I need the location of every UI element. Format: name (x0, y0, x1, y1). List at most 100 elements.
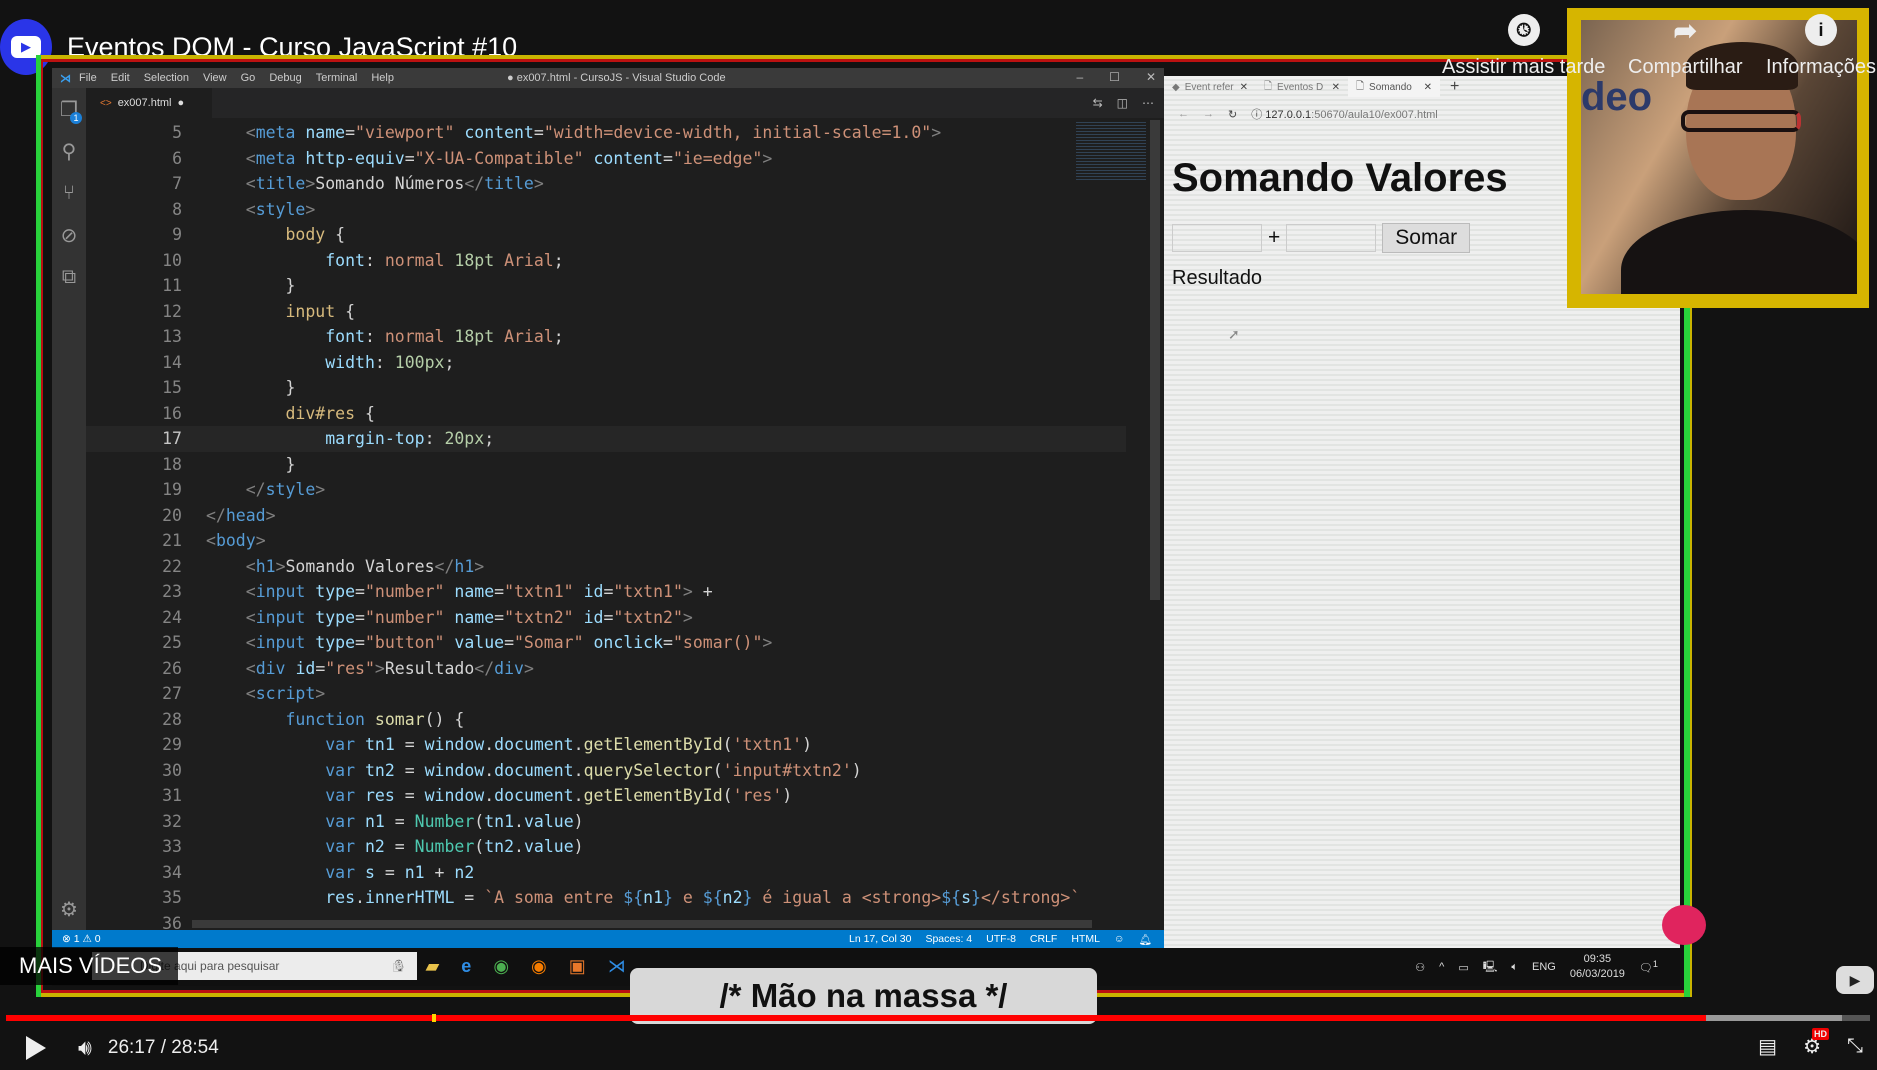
code-line[interactable]: 5 <meta name="viewport" content="width=d… (86, 120, 1126, 146)
code-line[interactable]: 21 <body> (86, 528, 1126, 554)
browser-tab-eventos-dom[interactable]: 🗋︎ Eventos D ✕ (1256, 77, 1348, 97)
task-view-icon[interactable]: ⧈ (392, 956, 403, 977)
play-button[interactable] (26, 1036, 46, 1060)
file-explorer-icon[interactable]: ▰ (425, 956, 439, 977)
code-line[interactable]: 28 function somar() { (86, 707, 1126, 733)
code-line[interactable]: 24 <input type="number" name="txtn2" id=… (86, 605, 1126, 631)
code-line[interactable]: 35 res.innerHTML = `A soma entre ${n1} e… (86, 885, 1126, 911)
maximize-button[interactable]: ☐ (1109, 70, 1120, 84)
people-icon[interactable]: ⚇ (1415, 961, 1425, 974)
chrome-icon[interactable]: ◉ (493, 956, 509, 977)
number-input-2[interactable] (1286, 224, 1377, 252)
code-line[interactable]: 9 body { (86, 222, 1126, 248)
minimize-button[interactable]: – (1076, 70, 1083, 84)
code-line[interactable]: 15 } (86, 375, 1126, 401)
code-line[interactable]: 30 var tn2 = window.document.querySelect… (86, 758, 1126, 784)
volume-icon[interactable]: 🔈︎ (1511, 961, 1518, 974)
language-indicator[interactable]: ENG (1532, 961, 1556, 973)
code-line[interactable]: 29 var tn1 = window.document.getElementB… (86, 732, 1126, 758)
code-line[interactable]: 25 <input type="button" value="Somar" on… (86, 630, 1126, 656)
explorer-icon[interactable]: ❐ 1 (52, 88, 86, 130)
status-eol[interactable]: CRLF (1030, 933, 1057, 945)
compare-icon[interactable]: ⇆ (1093, 96, 1103, 110)
volume-icon[interactable]: 🔊︎ (78, 1035, 92, 1061)
code-line[interactable]: 19 </style> (86, 477, 1126, 503)
share-button[interactable]: ➦ Compartilhar (1628, 14, 1742, 79)
subtitles-icon[interactable]: ▤ (1758, 1034, 1777, 1059)
code-line[interactable]: 11 } (86, 273, 1126, 299)
firefox-icon[interactable]: ◉ (531, 956, 547, 977)
code-line[interactable]: 17 margin-top: 20px; (86, 426, 1126, 452)
notifications-bell-icon[interactable]: 🔔︎ (1139, 933, 1152, 946)
action-center-icon[interactable]: 🗨︎1 (1639, 959, 1658, 975)
back-icon[interactable]: ← (1178, 108, 1189, 120)
miniplayer-icon[interactable]: ▶ (1836, 966, 1874, 994)
code-line[interactable]: 23 <input type="number" name="txtn1" id=… (86, 579, 1126, 605)
code-line[interactable]: 31 var res = window.document.getElementB… (86, 783, 1126, 809)
edge-icon[interactable]: e (461, 956, 471, 977)
problems-indicator[interactable]: ⊗ 1 ⚠ 0 (62, 933, 101, 945)
menu-help[interactable]: Help (371, 72, 394, 84)
status-indentation[interactable]: Spaces: 4 (925, 933, 972, 945)
debug-icon[interactable]: ⊘ (52, 214, 86, 256)
status-cursor-position[interactable]: Ln 17, Col 30 (849, 933, 911, 945)
url-field[interactable]: ⓘ 127.0.0.1:50670/aula10/ex007.html (1251, 106, 1438, 122)
menu-file[interactable]: File (79, 72, 97, 84)
new-tab-button[interactable]: + (1450, 78, 1459, 96)
feedback-smiley-icon[interactable]: ☺ (1114, 933, 1125, 945)
menu-view[interactable]: View (203, 72, 227, 84)
code-line[interactable]: 33 var n2 = Number(tn2.value) (86, 834, 1126, 860)
more-actions-icon[interactable]: ⋯ (1142, 96, 1154, 110)
watch-later-button[interactable]: 🕓︎ Assistir mais tarde (1442, 14, 1605, 79)
more-videos-button[interactable]: MAIS VÍDEOS (0, 947, 178, 985)
code-line[interactable]: 10 font: normal 18pt Arial; (86, 248, 1126, 274)
close-tab-icon[interactable]: ✕ (1424, 82, 1432, 93)
source-control-icon[interactable]: ⑂ (52, 172, 86, 214)
browser-tab-event-reference[interactable]: ◆ Event refer ✕ (1164, 77, 1256, 97)
close-tab-icon[interactable]: ✕ (1240, 82, 1248, 93)
battery-icon[interactable]: ▭ (1458, 961, 1468, 974)
browser-tab-somando[interactable]: 🗋︎ Somando ✕ (1348, 77, 1440, 97)
code-line[interactable]: 13 font: normal 18pt Arial; (86, 324, 1126, 350)
exit-fullscreen-icon[interactable]: ⤡ (1847, 1035, 1863, 1058)
menu-debug[interactable]: Debug (269, 72, 301, 84)
network-icon[interactable]: 🖳︎ (1483, 958, 1498, 977)
code-line[interactable]: 8 <style> (86, 197, 1126, 223)
search-icon[interactable]: ⚲ (52, 130, 86, 172)
horizontal-scrollbar[interactable] (192, 920, 1092, 928)
clock[interactable]: 09:35 06/03/2019 (1570, 952, 1625, 982)
code-line[interactable]: 12 input { (86, 299, 1126, 325)
info-button[interactable]: i Informações (1766, 14, 1876, 79)
somar-button[interactable]: Somar (1382, 223, 1471, 253)
code-editor[interactable]: 5 <meta name="viewport" content="width=d… (86, 118, 1126, 930)
forward-icon[interactable]: → (1203, 108, 1214, 120)
split-editor-icon[interactable]: ◫ (1117, 96, 1128, 110)
xampp-icon[interactable]: ▣ (569, 956, 586, 977)
number-input-1[interactable] (1172, 224, 1262, 252)
progress-bar[interactable] (6, 1014, 1870, 1022)
code-line[interactable]: 34 var s = n1 + n2 (86, 860, 1126, 886)
code-line[interactable]: 22 <h1>Somando Valores</h1> (86, 554, 1126, 580)
tab-ex007-html[interactable]: <> ex007.html ● (86, 88, 212, 118)
code-line[interactable]: 16 div#res { (86, 401, 1126, 427)
code-line[interactable]: 32 var n1 = Number(tn1.value) (86, 809, 1126, 835)
extensions-icon[interactable]: ⧉ (52, 256, 86, 298)
menu-terminal[interactable]: Terminal (316, 72, 358, 84)
minimap[interactable] (1076, 120, 1146, 180)
show-hidden-icon[interactable]: ^ (1439, 961, 1444, 973)
unsaved-dot-icon[interactable]: ● (178, 97, 185, 109)
gear-icon[interactable]: ⚙ (52, 888, 86, 930)
code-line[interactable]: 27 <script> (86, 681, 1126, 707)
menu-go[interactable]: Go (241, 72, 256, 84)
status-language[interactable]: HTML (1071, 933, 1100, 945)
menu-selection[interactable]: Selection (144, 72, 189, 84)
close-button[interactable]: ✕ (1146, 70, 1156, 84)
vertical-scrollbar[interactable] (1150, 120, 1160, 600)
status-encoding[interactable]: UTF-8 (986, 933, 1016, 945)
vscode-taskbar-icon[interactable]: ⋊ (608, 956, 626, 977)
code-line[interactable]: 26 <div id="res">Resultado</div> (86, 656, 1126, 682)
code-line[interactable]: 6 <meta http-equiv="X-UA-Compatible" con… (86, 146, 1126, 172)
code-line[interactable]: 14 width: 100px; (86, 350, 1126, 376)
code-line[interactable]: 18 } (86, 452, 1126, 478)
reload-icon[interactable]: ↻ (1228, 108, 1237, 121)
